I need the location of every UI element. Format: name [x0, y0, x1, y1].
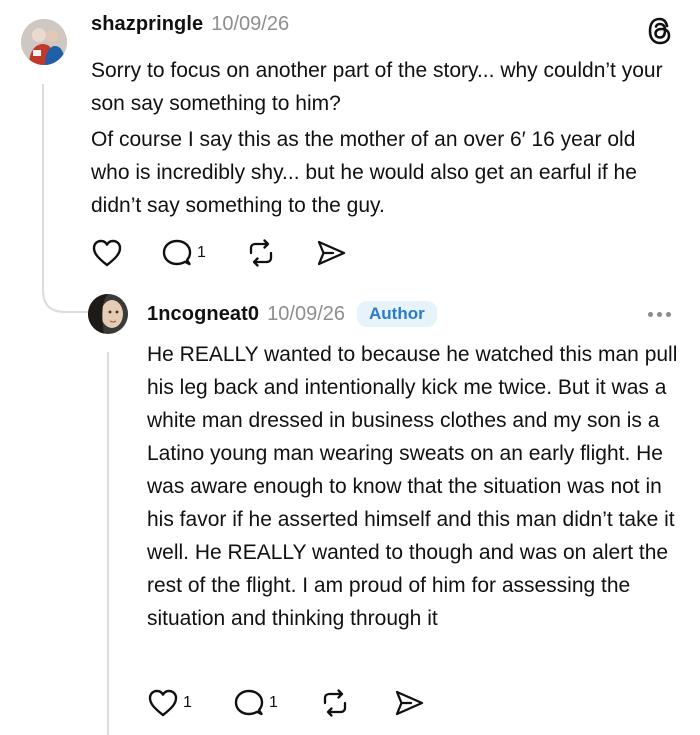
comment-body: Sorry to focus on another part of the st… [91, 54, 671, 222]
reply-username[interactable]: 1ncogneat0 [147, 303, 259, 326]
comment-timestamp: 10/09/26 [211, 13, 290, 35]
reply-count: 1 [197, 244, 206, 261]
comment-actions: 1 [91, 238, 355, 268]
reply-actions: 1 1 [147, 688, 433, 718]
avatar-image [21, 19, 67, 65]
reply-button[interactable]: 1 [161, 238, 245, 268]
like-count: 1 [183, 694, 192, 711]
share-icon [395, 690, 424, 716]
author-badge: Author [357, 301, 437, 327]
thread-connector [42, 280, 92, 313]
repost-button[interactable] [245, 238, 315, 268]
comment-paragraph: Sorry to focus on another part of the st… [91, 59, 663, 115]
reply-count: 1 [269, 694, 278, 711]
thread-line [42, 84, 44, 284]
repost-button[interactable] [319, 688, 393, 718]
like-button[interactable] [91, 238, 161, 268]
heart-icon [148, 689, 178, 717]
comment-paragraph: Of course I say this as the mother of an… [91, 128, 637, 217]
more-icon[interactable] [648, 312, 671, 317]
repost-icon [323, 689, 347, 717]
reply-button[interactable]: 1 [233, 688, 319, 718]
share-icon [317, 240, 346, 266]
comment-username[interactable]: shazpringle [91, 13, 203, 36]
heart-icon [92, 239, 122, 267]
avatar[interactable] [21, 19, 67, 65]
share-button[interactable] [315, 238, 355, 268]
like-button[interactable]: 1 [147, 688, 233, 718]
threads-icon[interactable] [646, 16, 674, 51]
reply-timestamp: 10/09/26 [267, 302, 346, 325]
thread-line [107, 352, 109, 735]
comment-icon [162, 239, 192, 266]
share-button[interactable] [393, 688, 433, 718]
repost-icon [249, 239, 273, 267]
avatar[interactable] [88, 294, 128, 334]
reply-body: He REALLY wanted to because he watched t… [147, 343, 678, 630]
comment-icon [234, 689, 264, 716]
avatar-image [88, 294, 128, 334]
